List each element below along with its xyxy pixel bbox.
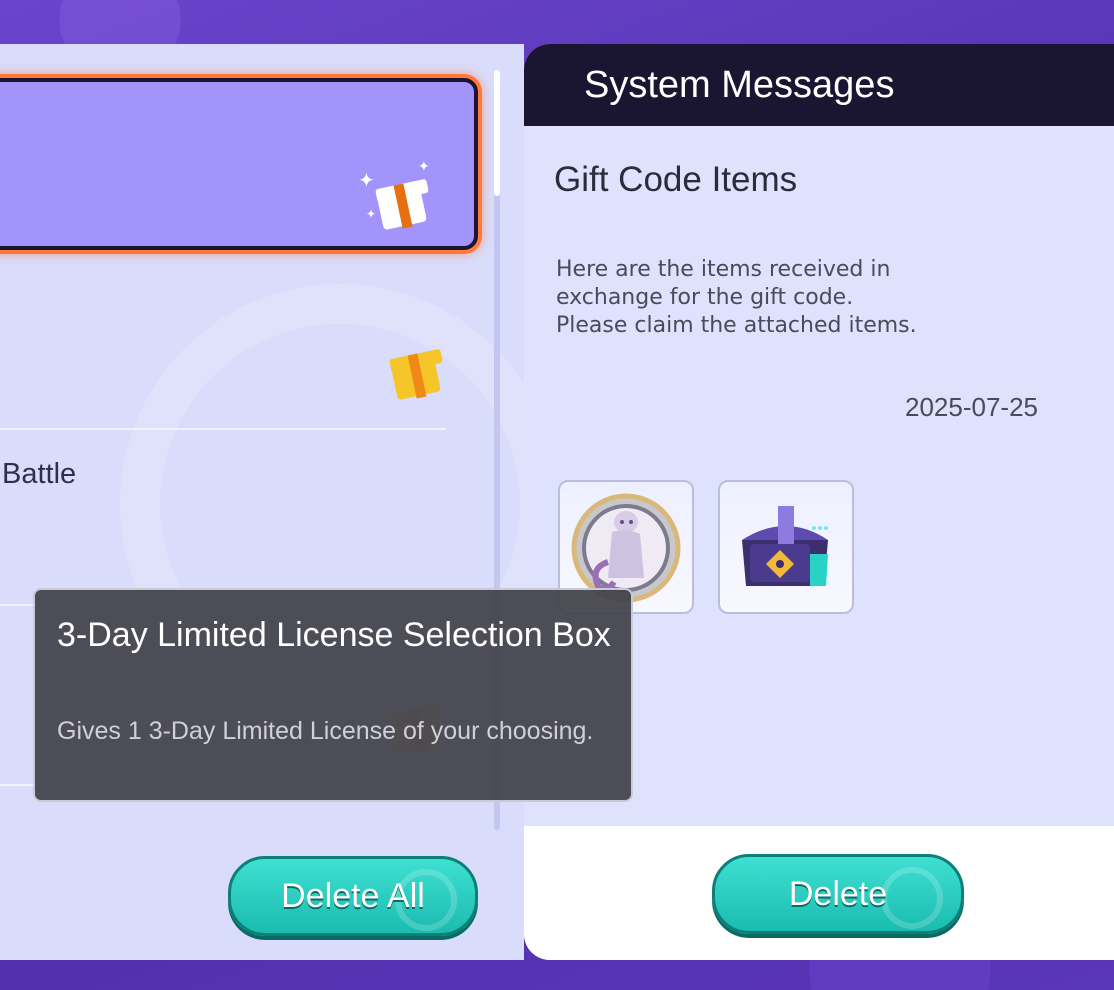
message-date: 2025-07-25 [905,392,1038,422]
tooltip-description: Gives 1 3-Day Limited License of your ch… [57,717,594,745]
item-tooltip: 3-Day Limited License Selection Box Give… [33,588,633,802]
tooltip-title: 3-Day Limited License Selection Box [57,616,611,654]
message-list-panel: ✦ ✦ ✦ Battle Delete All [0,44,524,960]
gift-icon [386,344,446,404]
gift-sparkle-icon: ✦ ✦ ✦ [358,160,432,234]
delete-all-label: Delete All [281,876,425,915]
message-title: Gift Code Items [554,160,798,199]
message-body: Here are the items received in exchange … [556,257,917,338]
list-scrollbar-thumb[interactable] [494,70,500,196]
license-selection-box-icon [742,506,828,586]
list-divider [0,428,446,430]
message-item[interactable] [0,270,470,430]
message-item-selected[interactable]: ✦ ✦ ✦ [0,78,478,250]
delete-all-button[interactable]: Delete All [228,856,478,936]
delete-label: Delete [788,874,888,913]
attachment-slot[interactable] [718,480,854,614]
pokeball-icon [881,867,943,929]
panel-header-title: System Messages [584,63,895,106]
delete-button[interactable]: Delete [712,854,964,934]
panel-header: System Messages [524,44,1114,126]
message-item-label: Battle [2,458,77,490]
message-detail-panel: System Messages Gift Code Items Here are… [524,44,1114,960]
